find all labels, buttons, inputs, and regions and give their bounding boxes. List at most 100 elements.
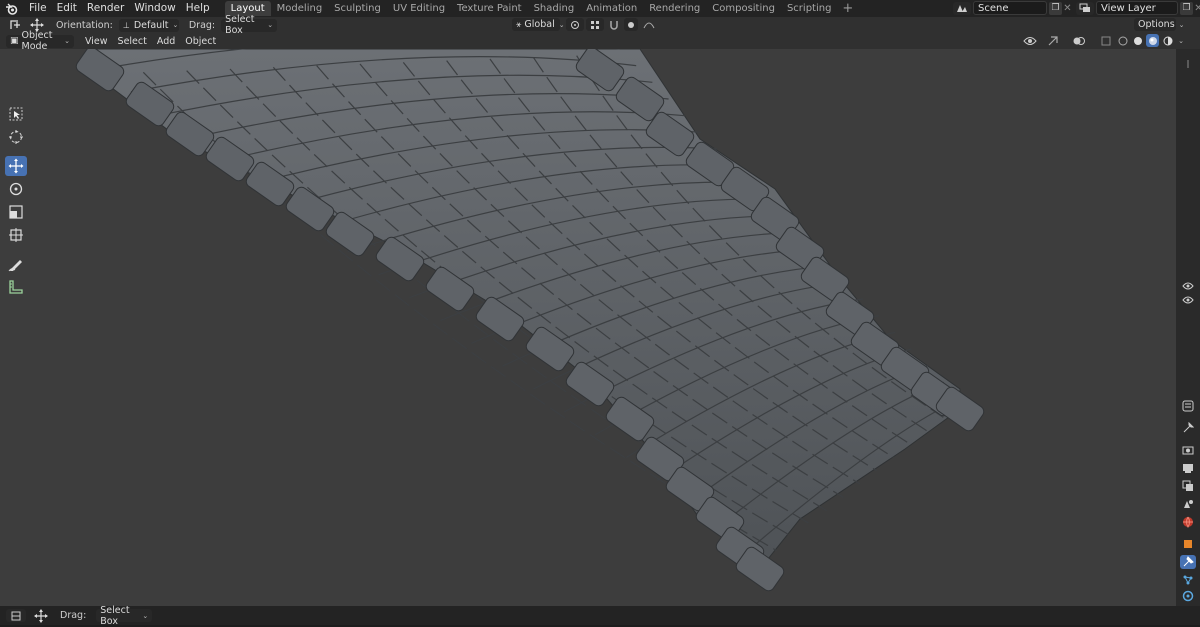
tab-uv-editing[interactable]: UV Editing <box>387 1 451 16</box>
menu-view[interactable]: View <box>80 36 113 47</box>
chevron-down-icon: ⌄ <box>172 21 179 29</box>
add-workspace-button[interactable]: + <box>837 1 858 16</box>
view-layer-browse-icon[interactable] <box>1076 1 1094 15</box>
menu-window[interactable]: Window <box>129 0 180 17</box>
blender-logo-icon[interactable] <box>4 2 18 16</box>
transform-orientation-dropdown[interactable]: ⚹ Global ⌄ <box>512 18 565 31</box>
status-drag-label: Drag: <box>60 610 87 621</box>
move-icon[interactable] <box>5 156 27 176</box>
world-icon[interactable] <box>1180 515 1196 529</box>
drag-dropdown[interactable]: Select Box ⌄ <box>221 14 278 36</box>
object-mode-icon: ▣ <box>10 36 19 46</box>
annotate-icon[interactable] <box>5 254 27 274</box>
measure-icon[interactable] <box>5 277 27 297</box>
menu-object[interactable]: Object <box>180 36 221 47</box>
status-drag-dropdown[interactable]: Select Box ⌄ <box>96 605 153 627</box>
orientation-icon: ⊥ <box>122 20 130 30</box>
physics-icon[interactable] <box>1180 589 1196 603</box>
magnet-icon[interactable] <box>606 18 622 31</box>
viewport-header: Orientation: ⊥ Default ⌄ Drag: Select Bo… <box>0 14 1200 52</box>
drag-label: Drag: <box>188 19 216 31</box>
chevron-down-icon: ⌄ <box>1178 20 1185 29</box>
particles-icon[interactable] <box>1180 573 1196 587</box>
material-shading-icon[interactable] <box>1146 34 1159 47</box>
workspace-tabs: Layout Modeling Sculpting UV Editing Tex… <box>224 0 859 17</box>
tab-scripting[interactable]: Scripting <box>781 1 837 16</box>
overlays-icon[interactable] <box>1068 34 1090 47</box>
object-icon[interactable] <box>1180 537 1196 551</box>
menu-add[interactable]: Add <box>152 36 180 47</box>
chevron-down-icon: ⌄ <box>64 37 70 45</box>
transform-orientation-value: Global <box>524 19 555 30</box>
orientation-label: Orientation: <box>56 19 113 31</box>
tool-settings-row: Orientation: ⊥ Default ⌄ Drag: Select Bo… <box>0 14 1200 36</box>
transform-icon[interactable] <box>5 225 27 245</box>
status-editor-icon[interactable] <box>6 609 26 622</box>
delete-view-layer-icon[interactable]: ✕ <box>1193 2 1200 15</box>
status-drag-value: Select Box <box>100 604 130 627</box>
view-menu-row: ▣ Object Mode ⌄ View Select Add Object ⌄ <box>0 30 1200 52</box>
bridge-model[interactable] <box>0 49 1176 606</box>
menu-render[interactable]: Render <box>82 0 129 17</box>
xray-icon[interactable] <box>1098 34 1114 47</box>
tab-rendering[interactable]: Rendering <box>643 1 706 16</box>
orientation-dropdown[interactable]: ⊥ Default ⌄ <box>118 18 179 32</box>
tab-modeling[interactable]: Modeling <box>271 1 329 16</box>
status-bar: Drag: Select Box ⌄ <box>0 605 1200 627</box>
menu-help[interactable]: Help <box>181 0 215 17</box>
main-menu: File Edit Render Window Help <box>24 0 215 17</box>
solid-shading-icon[interactable] <box>1131 34 1144 47</box>
eye-icon[interactable] <box>1180 293 1196 307</box>
new-scene-icon[interactable]: ❐ <box>1049 1 1062 15</box>
tab-animation[interactable]: Animation <box>580 1 643 16</box>
rotate-icon[interactable] <box>5 179 27 199</box>
view-layer-icon[interactable] <box>1180 479 1196 493</box>
global-icon: ⚹ <box>516 19 522 30</box>
delete-scene-icon[interactable]: ✕ <box>1062 2 1073 15</box>
falloff-icon[interactable] <box>640 18 658 31</box>
view-layer-name-field[interactable]: View Layer <box>1096 1 1178 15</box>
tab-shading[interactable]: Shading <box>528 1 581 16</box>
gizmo-icon[interactable] <box>1044 34 1062 47</box>
cursor-icon[interactable] <box>5 127 27 147</box>
status-move-icon[interactable] <box>32 608 50 623</box>
chevron-down-icon: ⌄ <box>142 611 149 620</box>
pivot-point-icon[interactable] <box>566 18 584 31</box>
scene-selector: Scene ❐ ✕ <box>953 1 1073 15</box>
new-view-layer-icon[interactable]: ❐ <box>1180 1 1193 15</box>
render-icon[interactable] <box>1180 443 1196 457</box>
menu-select[interactable]: Select <box>113 36 152 47</box>
scale-icon[interactable] <box>5 202 27 222</box>
proportional-editing-icon[interactable] <box>624 18 638 31</box>
tab-sculpting[interactable]: Sculpting <box>328 1 387 16</box>
3d-viewport[interactable] <box>0 49 1176 606</box>
output-icon[interactable] <box>1180 461 1196 475</box>
options-label: Options <box>1138 19 1175 30</box>
menu-file[interactable]: File <box>24 0 52 17</box>
tab-compositing[interactable]: Compositing <box>706 1 781 16</box>
rendered-shading-icon[interactable] <box>1161 34 1174 47</box>
eye-icon[interactable] <box>1180 279 1196 293</box>
mode-dropdown[interactable]: ▣ Object Mode ⌄ <box>6 30 74 52</box>
menu-edit[interactable]: Edit <box>52 0 82 17</box>
tool-icon[interactable] <box>1180 421 1196 435</box>
shading-options-chevron-icon[interactable]: ⌄ <box>1176 34 1186 47</box>
top-bar: File Edit Render Window Help Layout Mode… <box>0 0 1200 17</box>
scene-icon[interactable] <box>1180 497 1196 511</box>
options-dropdown[interactable]: Options ⌄ <box>1134 18 1185 31</box>
editor-type-icon[interactable] <box>1180 399 1196 413</box>
chevron-down-icon: ⌄ <box>267 21 274 29</box>
viewport-display-controls: ⌄ <box>1018 34 1188 47</box>
scene-browse-icon[interactable] <box>953 1 971 15</box>
view-layer-selector: View Layer ❐ ✕ <box>1076 1 1200 15</box>
visibility-icon[interactable] <box>1018 34 1042 47</box>
transform-controls: ⚹ Global ⌄ <box>512 18 660 31</box>
select-box-icon[interactable] <box>5 104 27 124</box>
modifier-icon[interactable] <box>1180 555 1196 569</box>
chevron-down-icon: ⌄ <box>558 20 565 29</box>
tab-texture-paint[interactable]: Texture Paint <box>451 1 528 16</box>
snapping-icon[interactable] <box>586 18 604 31</box>
scene-name-field[interactable]: Scene <box>973 1 1047 15</box>
wireframe-shading-icon[interactable] <box>1116 34 1129 47</box>
scrollbar-top-icon[interactable] <box>1180 57 1196 71</box>
